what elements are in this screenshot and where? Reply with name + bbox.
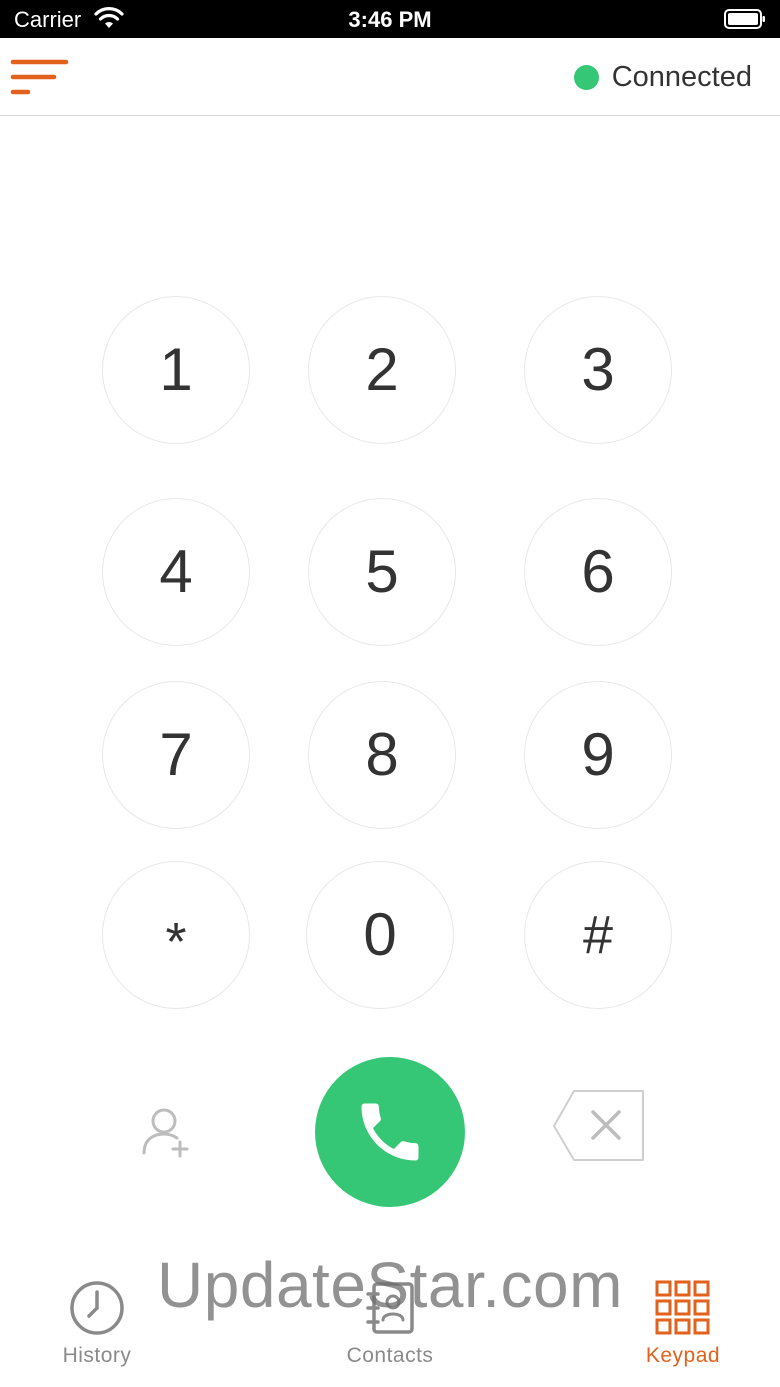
key-label: 7 <box>159 721 193 788</box>
key-3[interactable]: 3 <box>524 296 672 444</box>
tab-history[interactable]: History <box>27 1270 167 1380</box>
tab-contacts[interactable]: Contacts <box>320 1270 460 1380</box>
address-book-icon <box>366 1282 414 1334</box>
key-label: * <box>165 912 187 972</box>
status-bar: Carrier 3:46 PM <box>0 0 780 38</box>
key-5[interactable]: 5 <box>308 498 456 646</box>
tab-contacts-label: Contacts <box>346 1344 434 1367</box>
key-label: 1 <box>159 336 193 403</box>
key-0[interactable]: 0 <box>306 861 454 1009</box>
connection-status: Connected <box>573 60 752 94</box>
key-8[interactable]: 8 <box>308 681 456 829</box>
key-1[interactable]: 1 <box>102 296 250 444</box>
key-label: 6 <box>581 538 615 605</box>
key-hash[interactable]: # <box>524 861 672 1009</box>
backspace-icon[interactable] <box>552 1089 646 1163</box>
key-label: 8 <box>365 721 399 788</box>
key-label: 0 <box>363 901 397 968</box>
clock-time: 3:46 PM <box>348 7 432 32</box>
add-contact-icon[interactable] <box>138 1105 194 1161</box>
key-label: 5 <box>365 538 399 605</box>
key-star[interactable]: * <box>102 861 250 1009</box>
hamburger-menu-icon[interactable] <box>10 58 70 96</box>
keypad-grid-icon <box>655 1280 710 1335</box>
key-7[interactable]: 7 <box>102 681 250 829</box>
connection-status-label: Connected <box>611 60 752 93</box>
key-label: # <box>582 905 614 965</box>
key-label: 3 <box>581 336 615 403</box>
key-label: 2 <box>365 336 399 403</box>
tab-keypad-label: Keypad <box>645 1344 721 1367</box>
phone-icon <box>361 1103 419 1161</box>
key-2[interactable]: 2 <box>308 296 456 444</box>
call-button[interactable] <box>315 1057 465 1207</box>
status-dot-icon <box>573 64 599 90</box>
battery-icon <box>724 9 765 29</box>
key-label: 4 <box>159 538 193 605</box>
app-header: Connected <box>0 38 780 116</box>
key-label: 9 <box>581 721 615 788</box>
key-9[interactable]: 9 <box>524 681 672 829</box>
key-4[interactable]: 4 <box>102 498 250 646</box>
clock-icon <box>70 1281 124 1335</box>
key-6[interactable]: 6 <box>524 498 672 646</box>
tab-history-label: History <box>62 1344 132 1367</box>
tab-keypad[interactable]: Keypad <box>613 1270 753 1380</box>
